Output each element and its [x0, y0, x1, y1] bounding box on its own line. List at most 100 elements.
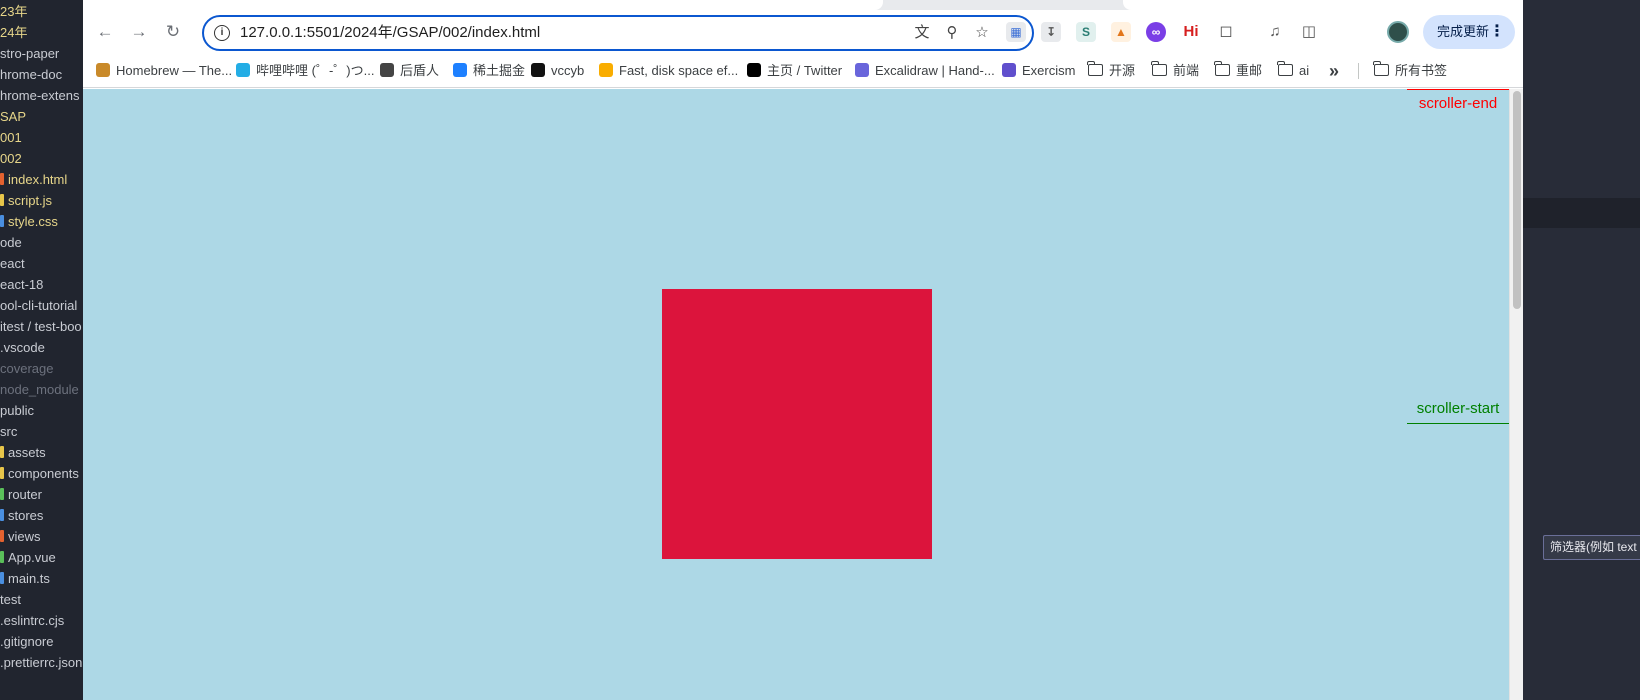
- tab-strip: [83, 0, 1523, 10]
- explorer-item[interactable]: ode: [0, 232, 22, 254]
- twitter-x-icon: [747, 63, 761, 77]
- explorer-item-label: ool-cli-tutorial: [0, 298, 78, 313]
- download-icon[interactable]: ↧: [1041, 22, 1061, 42]
- explorer-item[interactable]: eact-18: [0, 274, 43, 296]
- bookmark-item[interactable]: vccyb: [531, 54, 584, 88]
- explorer-item-label: index.html: [8, 172, 68, 187]
- folder-label: 开源: [1109, 63, 1136, 78]
- explorer-item-label: src: [0, 424, 18, 439]
- explorer-item-label: assets: [8, 445, 46, 460]
- explorer-item-label: itest / test-boo: [0, 319, 82, 334]
- bookmark-item[interactable]: 主页 / Twitter: [747, 54, 842, 88]
- extension-grid-icon[interactable]: ▦: [1006, 22, 1026, 42]
- explorer-item[interactable]: 002: [0, 148, 22, 170]
- bookmark-item[interactable]: 稀土掘金: [453, 54, 525, 88]
- bookmark-folder[interactable]: 重邮: [1214, 54, 1262, 88]
- tab[interactable]: [1123, 0, 1523, 10]
- bookmark-label: Homebrew — The...: [116, 63, 233, 78]
- all-bookmarks-button[interactable]: 所有书签: [1373, 54, 1447, 88]
- active-tab[interactable]: [83, 0, 883, 10]
- explorer-item[interactable]: test: [0, 589, 21, 611]
- hi-extension-icon[interactable]: Hi: [1181, 22, 1201, 42]
- bookmark-item[interactable]: Excalidraw | Hand-...: [855, 54, 995, 88]
- bookmark-label: 后盾人: [400, 63, 440, 78]
- bookmarks-overflow-icon[interactable]: »: [1329, 54, 1339, 88]
- page-scrollbar[interactable]: [1509, 89, 1523, 700]
- file-type-icon: [0, 194, 4, 206]
- bookmark-star-icon[interactable]: ☆: [972, 23, 992, 43]
- url-text[interactable]: 127.0.0.1:5501/2024年/GSAP/002/index.html: [240, 17, 540, 49]
- filter-input[interactable]: 筛选器(例如 text: [1543, 535, 1640, 560]
- file-type-icon: [0, 509, 4, 521]
- beer-icon: [96, 63, 110, 77]
- update-button[interactable]: 完成更新 ⋮: [1423, 15, 1515, 49]
- link-extension-icon[interactable]: ∞: [1146, 22, 1166, 42]
- bookmark-item[interactable]: 后盾人: [380, 54, 439, 88]
- explorer-item-label: eact: [0, 256, 25, 271]
- scrollbar-thumb[interactable]: [1513, 91, 1521, 309]
- reload-icon[interactable]: ↻: [161, 20, 185, 44]
- bookmark-folder[interactable]: ai: [1277, 54, 1310, 88]
- explorer-item[interactable]: src: [0, 421, 17, 443]
- explorer-item-label: .gitignore: [0, 634, 54, 649]
- explorer-item[interactable]: eact: [0, 253, 25, 275]
- bookmark-item[interactable]: Homebrew — The...: [96, 54, 232, 88]
- side-panel-icon[interactable]: ◫: [1299, 22, 1319, 42]
- explorer-item[interactable]: .vscode: [0, 337, 45, 359]
- explorer-item-label: hrome-doc: [0, 67, 63, 82]
- explorer-item[interactable]: style.css: [0, 211, 58, 233]
- folder-icon: [1373, 61, 1389, 76]
- extension-s-icon[interactable]: S: [1076, 22, 1096, 42]
- explorer-item-label: public: [0, 403, 34, 418]
- bookmark-item[interactable]: 哔哩哔哩 (゜-゜)つ...: [236, 54, 374, 88]
- explorer-item[interactable]: 24年: [0, 22, 27, 44]
- explorer-item[interactable]: index.html: [0, 169, 67, 191]
- explorer-item[interactable]: main.ts: [0, 568, 50, 590]
- puzzle-extensions-icon[interactable]: ◻: [1216, 22, 1236, 42]
- explorer-item[interactable]: 001: [0, 127, 22, 149]
- explorer-item[interactable]: router: [0, 484, 42, 506]
- translate-icon[interactable]: 文: [912, 23, 932, 43]
- explorer-item[interactable]: script.js: [0, 190, 52, 212]
- bookmark-item[interactable]: Exercism: [1002, 54, 1075, 88]
- profile-avatar[interactable]: [1387, 21, 1409, 43]
- bookmark-folder[interactable]: 开源: [1087, 54, 1136, 88]
- site-info-icon[interactable]: i: [214, 25, 230, 41]
- explorer-item[interactable]: node_module: [0, 379, 79, 401]
- explorer-item[interactable]: public: [0, 400, 34, 422]
- zoom-icon[interactable]: ⚲: [942, 23, 962, 43]
- bookmark-label: vccyb: [551, 63, 585, 78]
- explorer-item[interactable]: SAP: [0, 106, 26, 128]
- explorer-item[interactable]: stro-paper: [0, 43, 59, 65]
- folder-icon: [1214, 61, 1230, 76]
- explorer-item-label: SAP: [0, 109, 27, 124]
- explorer-item[interactable]: hrome-doc: [0, 64, 62, 86]
- explorer-item[interactable]: .gitignore: [0, 631, 53, 653]
- back-arrow-icon[interactable]: ←: [93, 20, 117, 44]
- explorer-item[interactable]: components: [0, 463, 79, 485]
- more-menu-icon[interactable]: ⋮: [1489, 15, 1505, 49]
- bookmark-label: 稀土掘金: [473, 63, 526, 78]
- forward-arrow-icon[interactable]: →: [127, 20, 151, 44]
- explorer-item[interactable]: itest / test-boo: [0, 316, 82, 338]
- explorer-item-label: 001: [0, 130, 22, 145]
- file-type-icon: [0, 488, 4, 500]
- explorer-item[interactable]: coverage: [0, 358, 53, 380]
- explorer-item[interactable]: 23年: [0, 1, 27, 23]
- page-viewport: scroller-end scroller-start: [83, 89, 1523, 700]
- bookmark-item[interactable]: Fast, disk space ef...: [599, 54, 738, 88]
- explorer-item[interactable]: .eslintrc.cjs: [0, 610, 64, 632]
- explorer-item[interactable]: stores: [0, 505, 43, 527]
- folder-label: ai: [1299, 63, 1310, 78]
- address-bar[interactable]: i 127.0.0.1:5501/2024年/GSAP/002/index.ht…: [202, 15, 1034, 51]
- explorer-item[interactable]: .prettierrc.json: [0, 652, 82, 674]
- media-control-icon[interactable]: ♫: [1265, 22, 1285, 42]
- explorer-item[interactable]: assets: [0, 442, 46, 464]
- metamask-fox-icon[interactable]: ▲: [1111, 22, 1131, 42]
- explorer-item-label: main.ts: [8, 571, 50, 586]
- explorer-item[interactable]: App.vue: [0, 547, 56, 569]
- explorer-item[interactable]: views: [0, 526, 41, 548]
- explorer-item[interactable]: ool-cli-tutorial: [0, 295, 77, 317]
- bookmark-folder[interactable]: 前端: [1151, 54, 1199, 88]
- explorer-item[interactable]: hrome-extens: [0, 85, 79, 107]
